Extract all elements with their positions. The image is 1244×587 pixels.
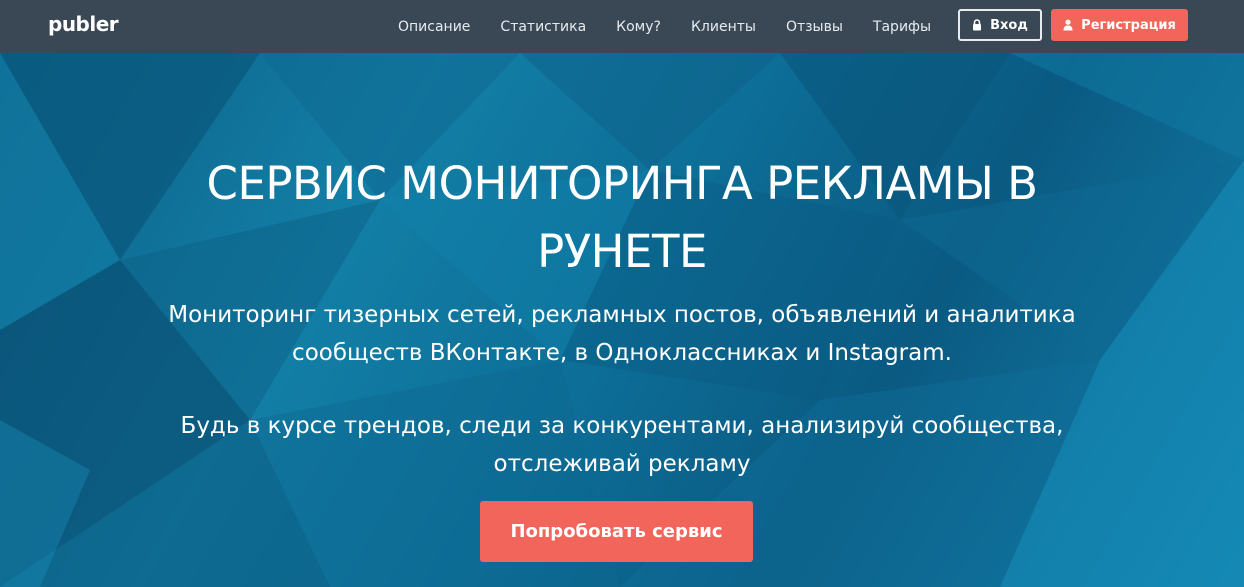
hero-title: СЕРВИС МОНИТОРИНГА РЕКЛАМЫ В РУНЕТЕ — [122, 150, 1122, 286]
landing-page: publer Описание Статистика Кому? Клиенты… — [0, 0, 1244, 587]
register-label: Регистрация — [1081, 17, 1176, 33]
nav-menu: Описание Статистика Кому? Клиенты Отзывы… — [398, 0, 961, 53]
hero-subtitle-trends-line2: отслеживай рекламу — [493, 451, 751, 477]
lock-icon — [972, 19, 982, 31]
try-service-button[interactable]: Попробовать сервис — [480, 501, 753, 562]
hero-title-line1: СЕРВИС МОНИТОРИНГА РЕКЛАМЫ В — [206, 157, 1038, 210]
hero-subtitle-trends: Будь в курсе трендов, следи за конкурент… — [122, 407, 1122, 483]
login-button[interactable]: Вход — [958, 9, 1042, 41]
hero-subtitle-monitoring: Мониторинг тизерных сетей, рекламных пос… — [122, 296, 1122, 372]
nav-link-description[interactable]: Описание — [398, 19, 470, 35]
hero-subtitle-monitoring-line2: сообществ ВКонтакте, в Одноклассниках и … — [292, 340, 952, 366]
hero-background-pattern — [0, 53, 1244, 587]
nav-link-reviews[interactable]: Отзывы — [786, 19, 843, 35]
hero-section — [0, 0, 1244, 587]
nav-link-audience[interactable]: Кому? — [616, 19, 661, 35]
hero-subtitle-trends-line1: Будь в курсе трендов, следи за конкурент… — [180, 413, 1064, 439]
user-icon — [1063, 19, 1073, 31]
nav-link-clients[interactable]: Клиенты — [691, 19, 756, 35]
top-navbar: publer Описание Статистика Кому? Клиенты… — [0, 0, 1244, 53]
hero-subtitle-monitoring-line1: Мониторинг тизерных сетей, рекламных пос… — [168, 302, 1076, 328]
hero-title-line2: РУНЕТЕ — [537, 225, 707, 278]
register-button[interactable]: Регистрация — [1051, 9, 1188, 41]
brand-logo[interactable]: publer — [48, 12, 119, 36]
login-label: Вход — [990, 17, 1028, 33]
nav-link-pricing[interactable]: Тарифы — [873, 19, 931, 35]
nav-link-statistics[interactable]: Статистика — [500, 19, 586, 35]
